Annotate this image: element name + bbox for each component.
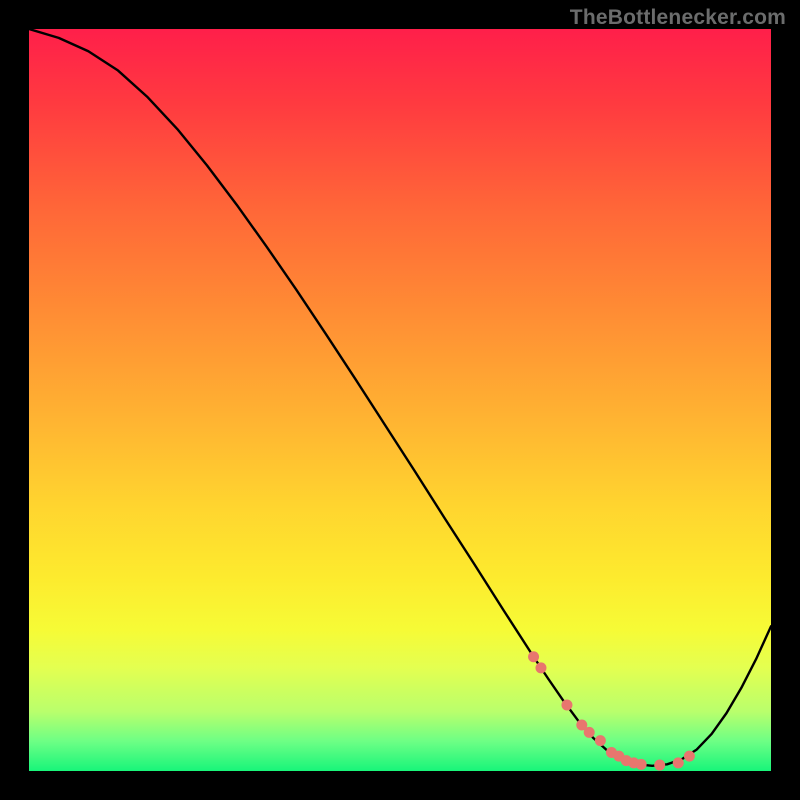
trough-dot	[654, 760, 665, 771]
trough-dot	[636, 759, 647, 770]
attribution-watermark: TheBottlenecker.com	[570, 6, 786, 30]
trough-dot	[528, 651, 539, 662]
trough-dot	[684, 751, 695, 762]
trough-dot	[535, 662, 546, 673]
trough-dots-group	[528, 651, 695, 770]
curve-layer	[29, 29, 771, 771]
bottleneck-chart: TheBottlenecker.com	[0, 0, 800, 800]
trough-dot	[561, 699, 572, 710]
plot-area	[29, 29, 771, 771]
trough-dot	[673, 757, 684, 768]
bottleneck-curve-path	[29, 29, 771, 766]
trough-dot	[595, 735, 606, 746]
trough-dot	[584, 727, 595, 738]
